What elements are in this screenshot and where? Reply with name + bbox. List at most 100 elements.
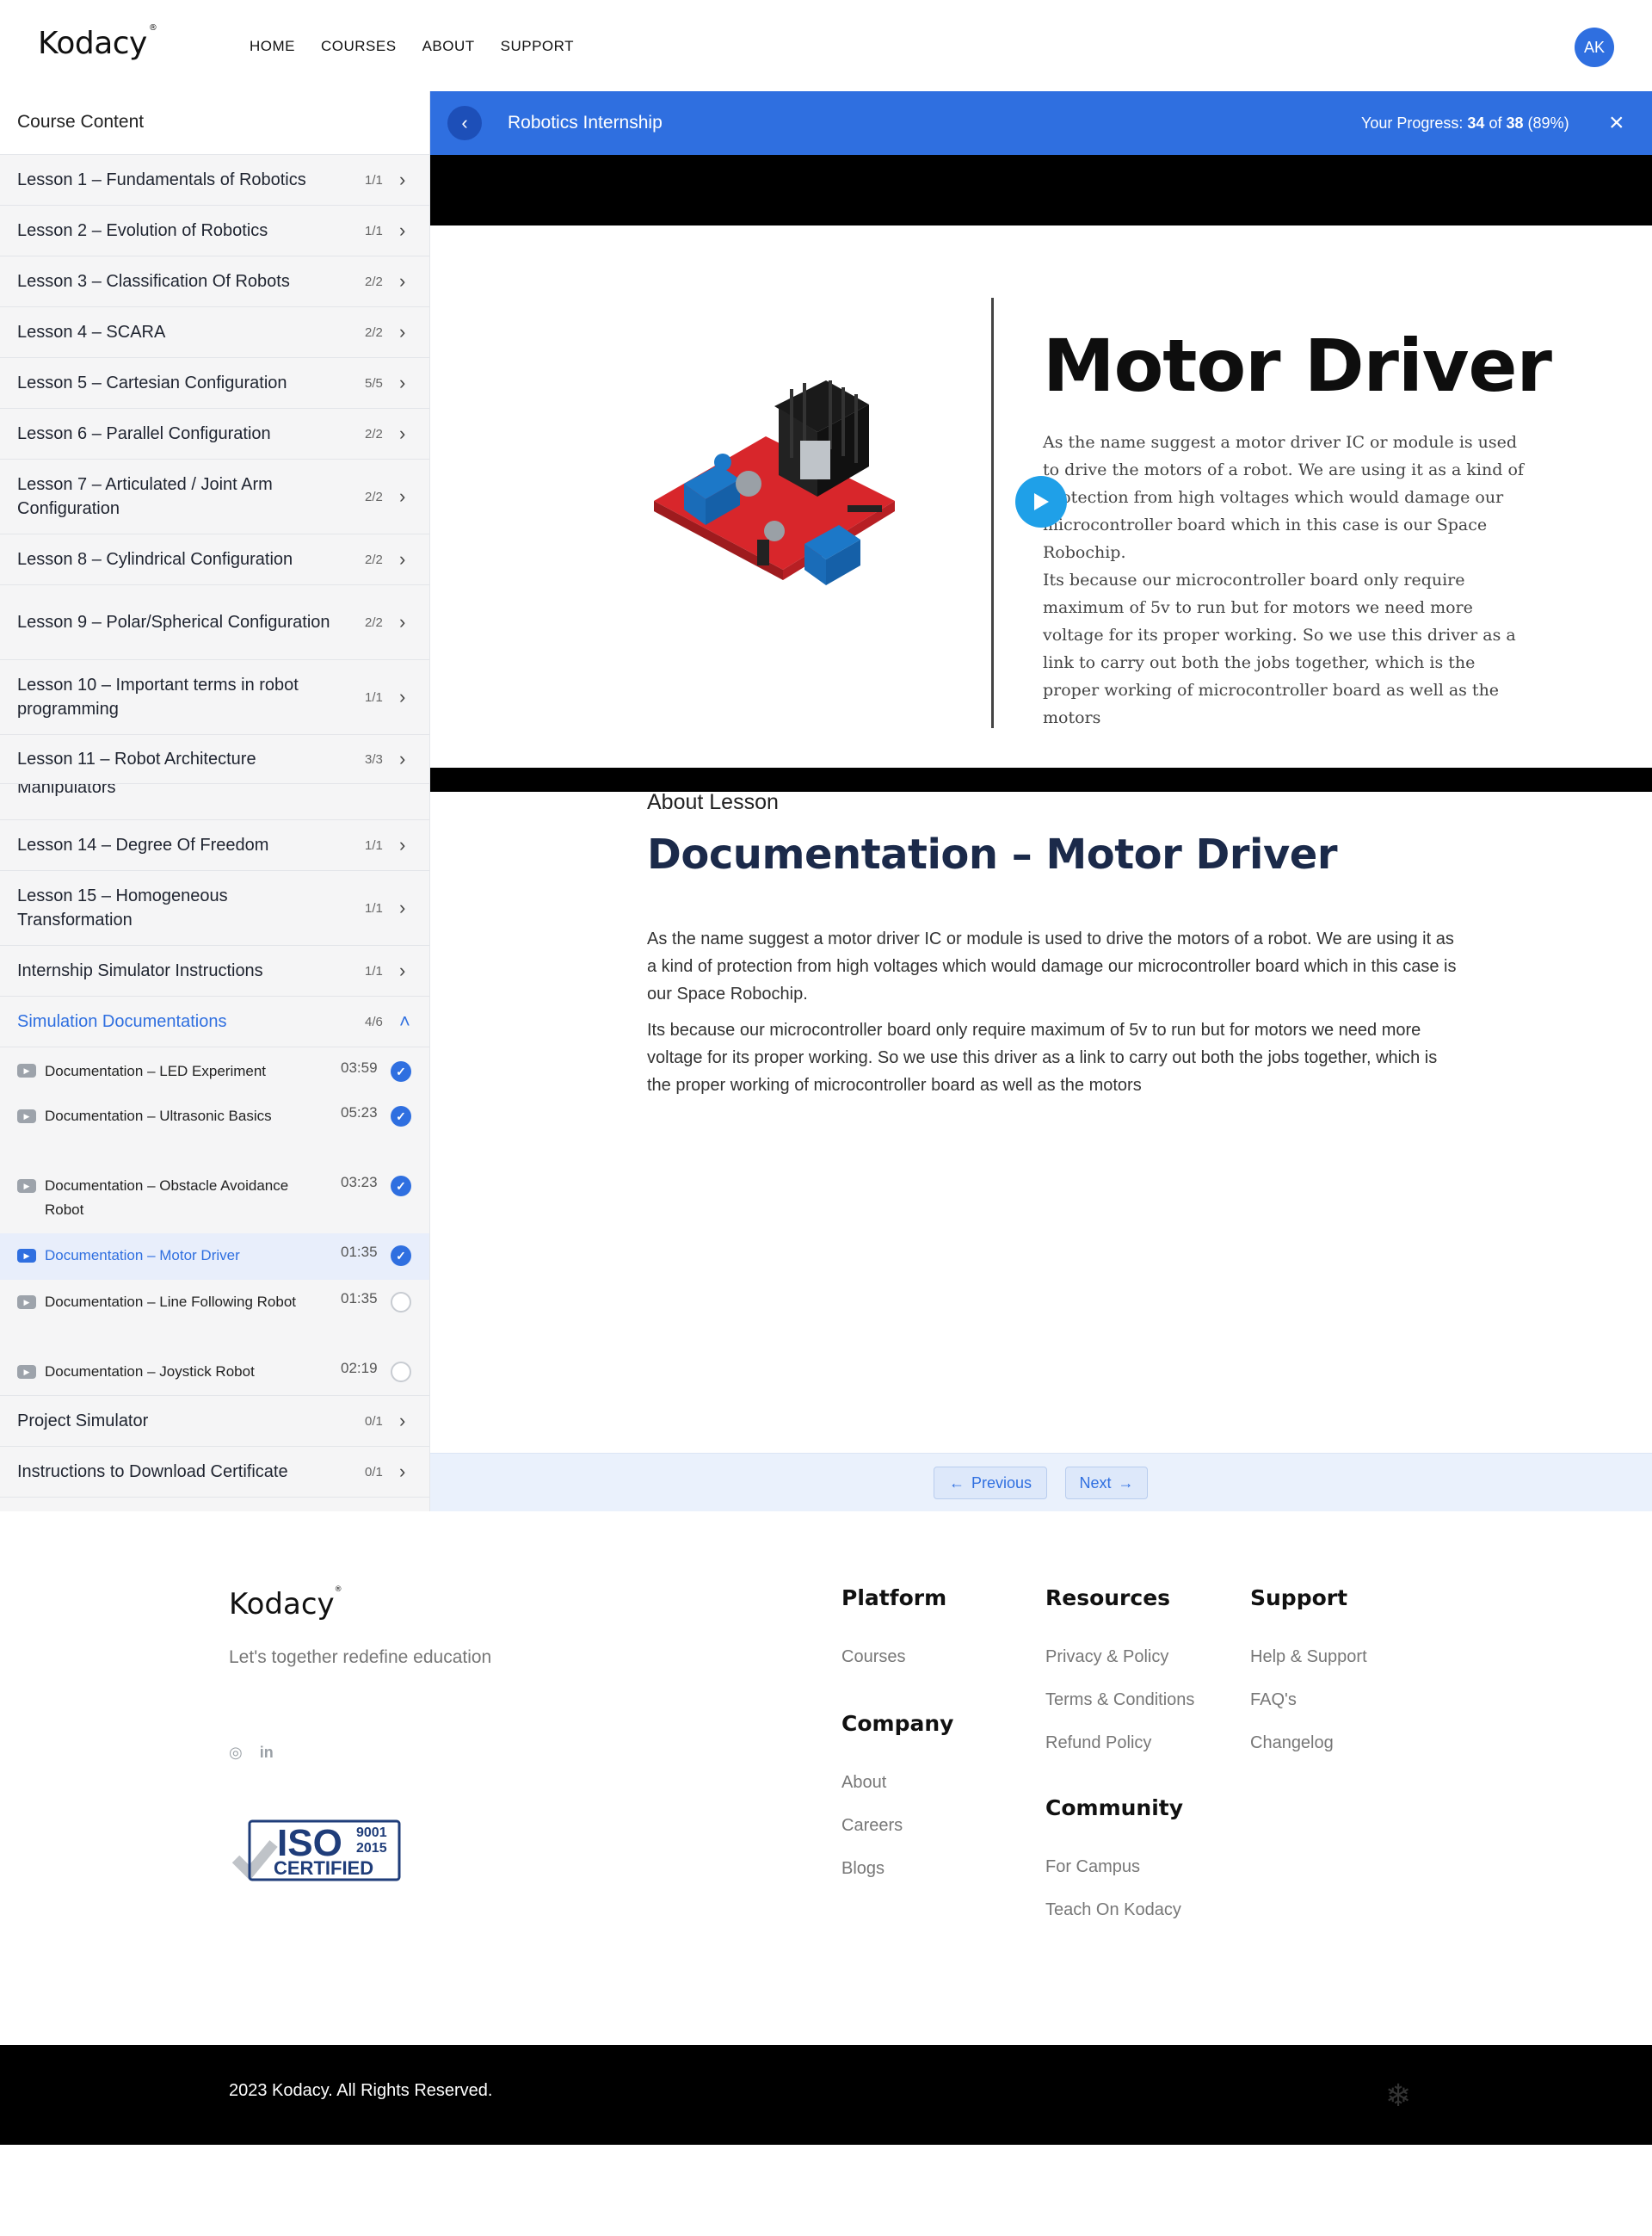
play-icon: ▶ xyxy=(17,1295,36,1309)
sub-lesson-label: Documentation – Joystick Robot xyxy=(45,1363,255,1380)
lesson-item[interactable]: Lesson 2 – Evolution of Robotics 1/1 › xyxy=(0,206,429,256)
lesson-item[interactable]: Lesson 11 – Robot Architecture 3/3 › xyxy=(0,735,429,784)
footer-tagline: Let's together redefine education xyxy=(229,1647,492,1667)
nav-home[interactable]: HOME xyxy=(250,38,295,55)
play-button[interactable] xyxy=(1015,476,1067,528)
footer-link-courses[interactable]: Courses xyxy=(841,1647,905,1667)
close-icon[interactable]: × xyxy=(1609,108,1624,138)
lesson-label: Lesson 4 – SCARA xyxy=(17,323,166,342)
lesson-item[interactable]: Internship Simulator Instructions 1/1 › xyxy=(0,946,429,997)
chevron-right-icon: › xyxy=(399,611,406,633)
lesson-count: 0/1 xyxy=(365,1464,383,1479)
footer-link-blogs[interactable]: Blogs xyxy=(841,1859,885,1879)
slide-paragraph-1: As the name suggest a motor driver IC or… xyxy=(1043,433,1524,562)
lesson-item[interactable]: Project Simulator 0/1 › xyxy=(0,1396,429,1447)
lesson-item[interactable]: Lesson 3 – Classification Of Robots 2/2 › xyxy=(0,256,429,307)
lesson-count: 2/2 xyxy=(365,324,383,340)
lesson-label: Simulation Documentations xyxy=(17,1012,227,1031)
social-links: ◎ in xyxy=(229,1744,274,1762)
next-button[interactable]: Next → xyxy=(1065,1467,1148,1499)
video-frame: Motor Driver As the name suggest a motor… xyxy=(430,225,1652,768)
instagram-icon[interactable]: ◎ xyxy=(229,1744,243,1762)
lesson-count: 2/2 xyxy=(365,615,383,630)
copyright-text: 2023 Kodacy. All Rights Reserved. xyxy=(229,2081,493,2100)
lesson-label: Lesson 3 – Classification Of Robots xyxy=(17,272,290,291)
lesson-paragraph-1: As the name suggest a motor driver IC or… xyxy=(647,930,1457,1004)
lesson-label: Lesson 2 – Evolution of Robotics xyxy=(17,221,268,240)
sub-lesson-item[interactable]: ▶ Documentation – Obstacle Avoidance Robo… xyxy=(0,1164,429,1233)
logo-text: Kodacy xyxy=(38,26,147,61)
sub-lesson-item[interactable]: ▶ Documentation – Line Following Robot 01:… xyxy=(0,1280,429,1350)
lesson-item[interactable]: Lesson 15 – Homogeneous Transformation 1/… xyxy=(0,871,429,946)
sub-lesson-duration: 03:23 xyxy=(341,1174,378,1190)
nav-courses[interactable]: COURSES xyxy=(321,38,397,55)
footer-resources-heading: Resources xyxy=(1045,1585,1171,1610)
course-content-sidebar: Course Content Lesson 1 – Fundamentals o… xyxy=(0,91,430,1511)
user-avatar[interactable]: AK xyxy=(1575,28,1614,67)
sub-lesson-item-current[interactable]: ▶ Documentation – Motor Driver 01:35 ✓ xyxy=(0,1233,429,1280)
lesson-item[interactable]: Lesson 1 – Fundamentals of Robotics 1/1 › xyxy=(0,155,429,206)
sub-lesson-duration: 03:59 xyxy=(341,1059,378,1076)
chevron-right-icon: › xyxy=(399,169,406,190)
previous-button[interactable]: ← Previous xyxy=(934,1467,1047,1499)
iso-number-1: 9001 xyxy=(356,1825,387,1840)
chevron-right-icon: › xyxy=(399,686,406,707)
lesson-pager: ← Previous Next → xyxy=(430,1453,1652,1511)
sub-lesson-item[interactable]: ▶ Documentation – Joystick Robot 02:19 ✓ xyxy=(0,1350,429,1396)
lesson-item[interactable]: Lesson 10 – Important terms in robot pro… xyxy=(0,660,429,735)
lesson-item[interactable]: Lesson 8 – Cylindrical Configuration 2/2 › xyxy=(0,534,429,585)
lesson-item[interactable]: Lesson 5 – Cartesian Configuration 5/5 › xyxy=(0,358,429,409)
lesson-label: Lesson 7 – Articulated / Joint Arm Confi… xyxy=(17,475,273,518)
chevron-right-icon: › xyxy=(399,897,406,918)
nav-about[interactable]: ABOUT xyxy=(422,38,475,55)
iso-number-2: 2015 xyxy=(356,1841,387,1856)
chevron-right-icon: › xyxy=(399,748,406,769)
iso-certified-text: CERTIFIED xyxy=(274,1857,373,1879)
empty-circle-icon: ✓ xyxy=(391,1292,411,1313)
slide-title: Motor Driver xyxy=(1043,324,1552,408)
footer-link-privacy[interactable]: Privacy & Policy xyxy=(1045,1647,1168,1667)
lesson-label: Lesson 5 – Cartesian Configuration xyxy=(17,374,287,392)
footer-link-teach[interactable]: Teach On Kodacy xyxy=(1045,1900,1181,1920)
sub-lesson-label: Documentation – Ultrasonic Basics xyxy=(45,1108,272,1124)
lesson-count: 0/1 xyxy=(365,1413,383,1429)
sub-lesson-label: Documentation – LED Experiment xyxy=(45,1063,267,1079)
chevron-right-icon: › xyxy=(399,219,406,241)
check-circle-icon: ✓ xyxy=(391,1245,411,1266)
lesson-label: Lesson 6 – Parallel Configuration xyxy=(17,424,271,443)
site-logo[interactable]: Kodacy ® xyxy=(38,23,157,61)
lesson-item[interactable]: Instructions to Download Certificate 0/1 › xyxy=(0,1447,429,1498)
check-circle-icon: ✓ xyxy=(391,1176,411,1196)
nav-support[interactable]: SUPPORT xyxy=(501,38,574,55)
footer-link-about[interactable]: About xyxy=(841,1773,886,1793)
lesson-item[interactable]: Lesson 9 – Polar/Spherical Configuration… xyxy=(0,585,429,660)
sidebar-title: Course Content xyxy=(0,91,429,155)
progress-percent: (89%) xyxy=(1527,114,1569,132)
footer-link-careers[interactable]: Careers xyxy=(841,1816,903,1836)
footer-link-refund[interactable]: Refund Policy xyxy=(1045,1733,1151,1753)
footer-link-campus[interactable]: For Campus xyxy=(1045,1857,1140,1877)
footer-link-help[interactable]: Help & Support xyxy=(1250,1647,1367,1667)
back-button[interactable]: ‹ xyxy=(447,106,482,140)
sub-lesson-item[interactable]: ▶ Documentation – LED Experiment 03:59 ✓ xyxy=(0,1047,429,1094)
lesson-count: 4/6 xyxy=(365,1014,383,1029)
video-player[interactable]: Motor Driver As the name suggest a motor… xyxy=(430,155,1652,792)
lesson-item[interactable]: Lesson 7 – Articulated / Joint Arm Confi… xyxy=(0,460,429,534)
linkedin-icon[interactable]: in xyxy=(260,1744,274,1762)
footer-link-faq[interactable]: FAQ's xyxy=(1250,1690,1297,1710)
about-lesson-label: About Lesson xyxy=(647,790,779,814)
footer-link-terms[interactable]: Terms & Conditions xyxy=(1045,1690,1194,1710)
footer-logo[interactable]: Kodacy® xyxy=(229,1585,342,1621)
lesson-count: 3/3 xyxy=(365,751,383,767)
lesson-label: Lesson 11 – Robot Architecture xyxy=(17,750,256,769)
lesson-item[interactable]: Lesson 4 – SCARA 2/2 › xyxy=(0,307,429,358)
lesson-item[interactable]: Lesson 14 – Degree Of Freedom 1/1 › xyxy=(0,820,429,871)
lesson-item-clipped[interactable]: Manipulators xyxy=(0,784,429,820)
sub-lesson-item[interactable]: ▶ Documentation – Ultrasonic Basics 05:23 ✓ xyxy=(0,1094,429,1164)
lesson-item[interactable]: Lesson 6 – Parallel Configuration 2/2 › xyxy=(0,409,429,460)
chevron-right-icon: › xyxy=(399,372,406,393)
lesson-heading: Documentation – Motor Driver xyxy=(647,831,1338,879)
footer-link-changelog[interactable]: Changelog xyxy=(1250,1733,1334,1753)
lesson-label: Lesson 1 – Fundamentals of Robotics xyxy=(17,170,306,189)
lesson-item-expanded[interactable]: Simulation Documentations 4/6 ˄ xyxy=(0,997,429,1047)
